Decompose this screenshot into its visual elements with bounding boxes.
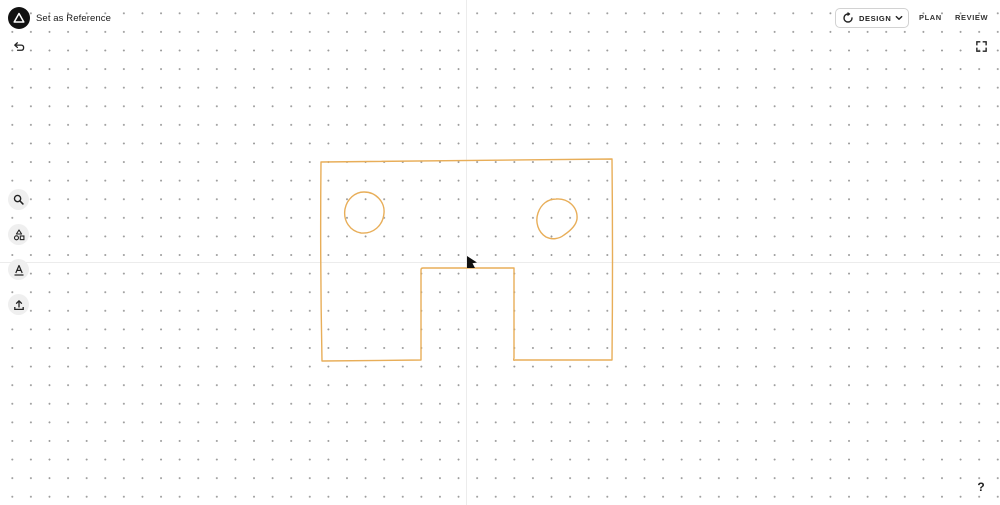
upload-icon (13, 299, 24, 310)
undo-icon (13, 41, 24, 51)
mode-label: DESIGN (859, 13, 892, 23)
undo-button[interactable] (10, 38, 26, 54)
shapes-icon (13, 228, 24, 240)
help-button[interactable]: ? (972, 478, 990, 496)
search-icon (13, 194, 24, 205)
set-as-reference-button[interactable]: Set as Reference (36, 13, 111, 24)
chevron-down-icon (895, 15, 903, 20)
upload-tool-button[interactable] (8, 294, 29, 315)
refresh-icon (843, 12, 853, 23)
design-mode-dropdown[interactable]: DESIGN (835, 8, 909, 28)
tab-plan[interactable]: PLAN (919, 13, 942, 22)
tab-review[interactable]: REVIEW (955, 13, 988, 22)
shapes-tool-button[interactable] (8, 224, 29, 245)
search-tool-button[interactable] (8, 189, 29, 210)
sketch-circle-left[interactable] (343, 191, 385, 234)
text-icon (14, 264, 23, 276)
text-tool-button[interactable] (8, 259, 29, 280)
sketch-drawing[interactable] (0, 0, 1000, 505)
sketch-circle-right[interactable] (536, 198, 578, 240)
app-logo[interactable] (8, 7, 30, 29)
fullscreen-button[interactable] (973, 38, 989, 54)
fullscreen-icon (975, 40, 987, 52)
triangle-logo-icon (13, 12, 25, 23)
mouse-cursor-icon (467, 256, 477, 268)
